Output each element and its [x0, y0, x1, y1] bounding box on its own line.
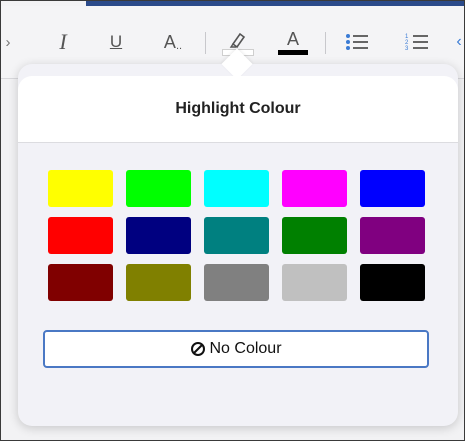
bullet-list-button[interactable] [344, 28, 370, 56]
colour-swatch[interactable] [204, 264, 269, 301]
bullet-list-icon [346, 34, 368, 50]
colour-swatch[interactable] [282, 170, 347, 207]
no-colour-button[interactable]: No Colour [43, 330, 429, 368]
popover-header: Highlight Colour [18, 76, 458, 143]
colour-swatch[interactable] [360, 170, 425, 207]
font-colour-bar [278, 49, 308, 55]
colour-swatch[interactable] [282, 217, 347, 254]
numbered-list-button[interactable]: 1 2 3 [404, 28, 430, 56]
toolbar-separator [325, 32, 326, 54]
prohibited-icon [191, 342, 206, 356]
colour-swatch[interactable] [48, 264, 113, 301]
underline-button[interactable]: U [105, 28, 127, 56]
no-colour-label: No Colour [209, 340, 282, 357]
app-frame: › I U A.. A 1 2 3 ‹ Highlight Colour No … [0, 0, 465, 441]
numbered-list-icon: 1 2 3 [405, 34, 428, 52]
colour-swatch[interactable] [48, 170, 113, 207]
italic-button[interactable]: I [53, 28, 73, 56]
colour-swatch[interactable] [204, 217, 269, 254]
colour-swatch[interactable] [360, 217, 425, 254]
svg-text:3: 3 [405, 46, 409, 52]
colour-swatch[interactable] [204, 170, 269, 207]
text-effects-button[interactable]: A.. [157, 28, 189, 56]
colour-swatch[interactable] [126, 170, 191, 207]
colour-swatch[interactable] [126, 217, 191, 254]
popover-title: Highlight Colour [175, 100, 301, 117]
colour-swatch[interactable] [360, 264, 425, 301]
clipped-toolbar-item: › [5, 33, 11, 51]
colour-swatch[interactable] [282, 264, 347, 301]
colour-swatch[interactable] [126, 264, 191, 301]
indent-button-clipped[interactable]: ‹ [454, 28, 464, 56]
toolbar-separator [205, 32, 206, 54]
colour-swatch[interactable] [48, 217, 113, 254]
marker-icon [229, 32, 246, 48]
font-colour-button[interactable]: A [275, 24, 311, 58]
